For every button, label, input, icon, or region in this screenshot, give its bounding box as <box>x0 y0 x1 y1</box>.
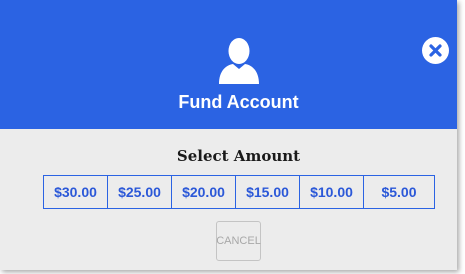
fund-account-dialog: Fund Account Select Amount $30.00 $25.00… <box>0 0 457 270</box>
close-button[interactable] <box>422 37 449 64</box>
close-icon <box>429 44 442 57</box>
amount-button-10[interactable]: $10.00 <box>300 176 364 208</box>
dialog-header: Fund Account <box>0 0 457 129</box>
amount-button-20[interactable]: $20.00 <box>172 176 236 208</box>
amount-button-15[interactable]: $15.00 <box>236 176 300 208</box>
user-icon <box>219 38 259 84</box>
cancel-button[interactable]: CANCEL <box>216 221 261 261</box>
amount-options: $30.00 $25.00 $20.00 $15.00 $10.00 $5.00 <box>43 175 435 209</box>
amount-button-25[interactable]: $25.00 <box>108 176 172 208</box>
amount-button-5[interactable]: $5.00 <box>364 176 434 208</box>
dialog-title: Fund Account <box>178 92 299 112</box>
amount-button-30[interactable]: $30.00 <box>44 176 108 208</box>
select-amount-label: Select Amount <box>176 147 301 165</box>
